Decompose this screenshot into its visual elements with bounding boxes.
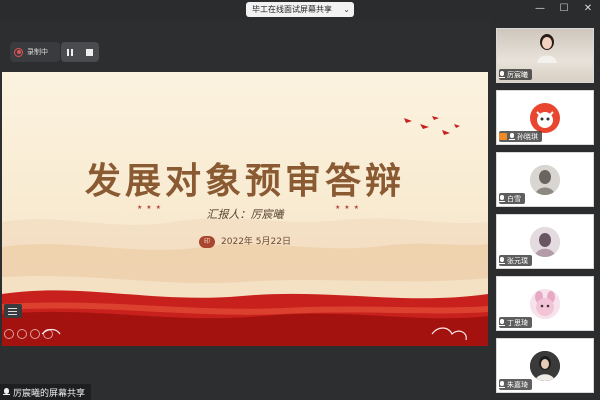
window-title-text: 毕工在线面试屏幕共享 [252, 5, 332, 14]
slide-decoration-right: ★ ★ ★ [335, 204, 360, 211]
stop-recording-button[interactable] [85, 48, 93, 56]
participant-name-tag: 厉宸曦 [499, 69, 532, 80]
participant-name-tag: 朱嘉琦 [499, 379, 532, 390]
participant-name-tag: 白雪 [499, 193, 525, 204]
mic-icon [499, 256, 505, 265]
participant-tile[interactable]: 张元璞 [496, 214, 594, 269]
mic-icon [499, 194, 505, 203]
record-icon [14, 47, 23, 57]
window-title[interactable]: 毕工在线面试屏幕共享 ⌄ [246, 2, 354, 17]
prev-slide-icon[interactable] [4, 329, 14, 339]
participant-name-tag: 张元璞 [499, 255, 532, 266]
slide-reporter: 汇报人：厉宸曦 [206, 208, 284, 221]
seal-icon: 印 [199, 235, 216, 248]
window-controls: — ☐ ✕ [534, 3, 594, 15]
slide-date-line: 印 2022年 5月22日 [2, 234, 488, 248]
participant-tile[interactable]: 白雪 [496, 152, 594, 207]
participant-name-tag: 丁思琦 [499, 317, 532, 328]
slide-title: 发展对象预审答辩 [84, 160, 405, 202]
participant-video [537, 34, 557, 63]
participant-name: 孙晓琪 [517, 132, 538, 141]
avatar [530, 226, 560, 257]
presentation-slide: 发展对象预审答辩 ★ ★ ★ 汇报人：厉宸曦 ★ ★ ★ 印 2022年 5月22… [2, 72, 488, 346]
mic-icon [499, 318, 505, 327]
participant-name: 白雪 [507, 194, 521, 203]
mic-icon [3, 388, 10, 396]
pause-recording-button[interactable] [67, 48, 74, 56]
avatar [530, 102, 560, 133]
participant-tile[interactable]: 丁思琦 [496, 276, 594, 331]
participant-tile[interactable]: 朱嘉琦 [496, 338, 594, 393]
close-button[interactable]: ✕ [582, 3, 594, 15]
window-titlebar: 毕工在线面试屏幕共享 ⌄ — ☐ ✕ [0, 0, 600, 20]
recording-status: 录制中 [27, 48, 48, 56]
participant-tile[interactable]: 厉宸曦 [496, 28, 594, 83]
participant-panel: 厉宸曦 孙晓琪 白雪 张元璞 丁思琦 朱嘉琦 [490, 20, 600, 400]
mic-icon [499, 70, 505, 79]
recording-indicator: 录制中 [10, 42, 60, 62]
next-slide-icon[interactable] [17, 329, 27, 339]
participant-name: 厉宸曦 [507, 70, 528, 79]
zoom-icon[interactable] [43, 329, 53, 339]
pen-icon[interactable] [30, 329, 40, 339]
participant-name: 张元璞 [507, 256, 528, 265]
screen-share-icon [499, 133, 507, 140]
avatar [530, 288, 560, 319]
recording-controls [61, 42, 99, 62]
avatar [530, 350, 560, 381]
participant-name: 朱嘉琦 [507, 380, 528, 389]
chevron-down-icon[interactable]: ⌄ [343, 2, 350, 17]
participant-tile[interactable]: 孙晓琪 [496, 90, 594, 145]
screen-share-owner: 厉宸曦的屏幕共享 [13, 388, 86, 399]
slide-toolbar [0, 326, 64, 342]
slide-date: 2022年 5月22日 [221, 237, 291, 247]
minimize-button[interactable]: — [534, 3, 546, 15]
mic-icon [509, 132, 515, 141]
mic-icon [499, 380, 505, 389]
maximize-button[interactable]: ☐ [558, 3, 570, 15]
participant-name-tag: 孙晓琪 [499, 131, 542, 142]
participant-name: 丁思琦 [507, 318, 528, 327]
avatar [530, 164, 560, 195]
slide-menu-button[interactable] [4, 304, 22, 318]
screen-share-label: 厉宸曦的屏幕共享 [0, 384, 92, 400]
